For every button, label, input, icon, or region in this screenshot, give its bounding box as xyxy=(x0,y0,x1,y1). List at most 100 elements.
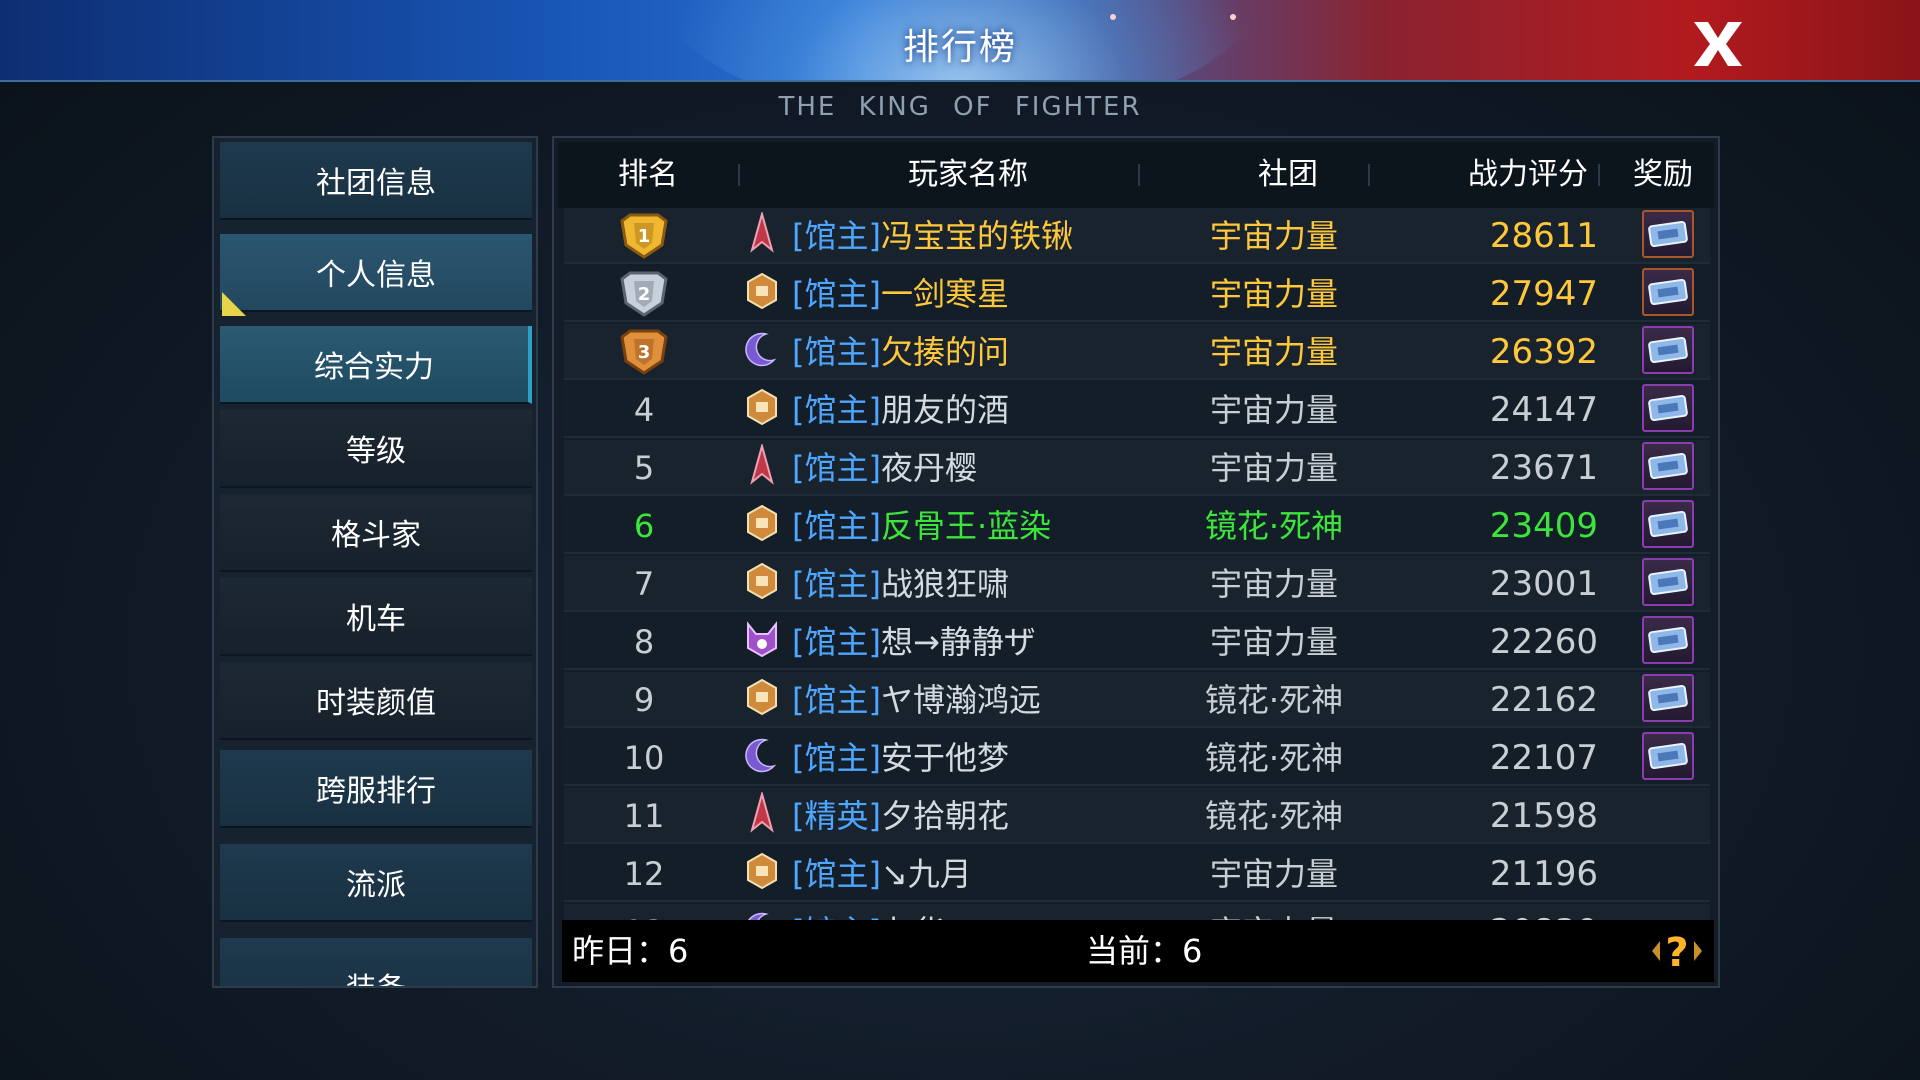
power-score: 21598 xyxy=(1489,796,1599,836)
hex-fist-icon xyxy=(744,846,784,902)
rank-number: 10 xyxy=(623,739,665,777)
player-title: [馆主] xyxy=(792,333,881,371)
sidebar-item-school[interactable]: 流派 xyxy=(220,844,532,922)
crescent-moon-icon xyxy=(744,324,784,380)
player-title: [馆主] xyxy=(792,217,881,255)
player-name-text: 夜丹樱 xyxy=(880,449,977,487)
player-title: [馆主] xyxy=(792,739,881,777)
rank-number: 4 xyxy=(633,391,655,429)
reward-button[interactable] xyxy=(1642,500,1696,552)
sidebar-item-cross-server[interactable]: 跨服排行 xyxy=(220,750,532,828)
crescent-moon-icon xyxy=(744,904,784,920)
sidebar-item-label: 个人信息 xyxy=(316,258,436,293)
rank-medal: 1 xyxy=(564,208,724,267)
club-name: 宇宙力量 xyxy=(1124,904,1424,920)
sidebar-item-level[interactable]: 等级 xyxy=(220,410,532,488)
table-row[interactable]: 9 [馆主]ヤ博瀚鸿远 镜花·死神 22162 xyxy=(564,672,1710,728)
flame-spike-icon xyxy=(744,440,784,496)
reward-button[interactable] xyxy=(1642,442,1696,494)
rank-number: 7 xyxy=(633,565,655,603)
reward-button[interactable] xyxy=(1642,558,1696,610)
table-row[interactable]: 7 [馆主]战狼狂啸 宇宙力量 23001 xyxy=(564,556,1710,612)
sidebar-item-fighter[interactable]: 格斗家 xyxy=(220,494,532,572)
flame-spike-icon xyxy=(744,788,784,844)
player-title: [精英] xyxy=(792,797,881,835)
player-name: [馆主]朋友的酒 xyxy=(792,382,1172,438)
sidebar-item-label: 时装颜值 xyxy=(316,686,436,721)
sidebar-item-motorbike[interactable]: 机车 xyxy=(220,578,532,656)
cat-mask-icon xyxy=(744,614,784,670)
svg-text:3: 3 xyxy=(638,342,651,363)
rank-number: 11 xyxy=(623,797,665,835)
club-name: 宇宙力量 xyxy=(1209,333,1338,371)
hex-fist-icon xyxy=(744,266,784,322)
game-subtitle: THE KING OF FIGHTER xyxy=(778,92,1142,122)
club-name: 宇宙力量 xyxy=(1209,855,1338,893)
table-row[interactable]: 4 [馆主]朋友的酒 宇宙力量 24147 xyxy=(564,382,1710,438)
player-name: [馆主]冯宝宝的铁锹 xyxy=(792,208,1172,264)
power-score: 28611 xyxy=(1489,216,1599,256)
power-score: 20830 xyxy=(1424,904,1664,920)
table-row[interactable]: 6 [馆主]反骨王·蓝染 镜花·死神 23409 xyxy=(564,498,1710,554)
reward-button[interactable] xyxy=(1642,674,1696,726)
sidebar-item-fashion[interactable]: 时装颜值 xyxy=(220,662,532,740)
sidebar-item-equipment[interactable]: 装备 xyxy=(220,938,532,986)
reward-button[interactable] xyxy=(1642,616,1696,668)
rank-number: 6 xyxy=(633,507,655,545)
player-name: [馆主]↘九月 xyxy=(792,846,1172,902)
col-reward-header: 奖励 xyxy=(1633,157,1693,192)
reward-button[interactable] xyxy=(1642,210,1696,262)
svg-text:2: 2 xyxy=(638,284,651,305)
table-row[interactable]: 11 [精英]夕拾朝花 镜花·死神 21598 xyxy=(564,788,1710,844)
table-row[interactable]: 5 [馆主]夜丹樱 宇宙力量 23671 xyxy=(564,440,1710,496)
player-title: [馆主] xyxy=(792,623,881,661)
power-score: 22162 xyxy=(1489,680,1599,720)
help-question-icon: ? xyxy=(1652,930,1702,976)
reward-button[interactable] xyxy=(1642,268,1696,320)
club-name: 宇宙力量 xyxy=(1209,623,1338,661)
player-name-text: 朋友的酒 xyxy=(880,391,1009,429)
reward-button[interactable] xyxy=(1642,732,1696,784)
reward-button[interactable] xyxy=(1642,384,1696,436)
player-name: [馆主]安于他梦 xyxy=(792,730,1172,786)
table-row[interactable]: 13[馆主]九华宇宙力量20830 xyxy=(564,904,1710,920)
club-name: 镜花·死神 xyxy=(1204,507,1344,545)
reward-ticket-icon xyxy=(1642,500,1694,548)
table-row[interactable]: 8 [馆主]想→静静ザ 宇宙力量 22260 xyxy=(564,614,1710,670)
reward-ticket-icon xyxy=(1642,268,1694,316)
current-rank: 当前：6 xyxy=(1086,932,1203,970)
table-row[interactable]: 2 [馆主]一剑寒星 宇宙力量 27947 xyxy=(564,266,1710,322)
sidebar-item-label: 社团信息 xyxy=(316,166,436,201)
table-row[interactable]: 12 [馆主]↘九月 宇宙力量 21196 xyxy=(564,846,1710,902)
club-name: 镜花·死神 xyxy=(1204,797,1344,835)
reward-ticket-icon xyxy=(1642,442,1694,490)
header-divider xyxy=(1368,164,1370,186)
club-name: 宇宙力量 xyxy=(1209,275,1338,313)
power-score: 26392 xyxy=(1489,332,1599,372)
player-name: [精英]夕拾朝花 xyxy=(792,788,1172,844)
rank-medal: 2 xyxy=(564,266,724,325)
power-score: 23409 xyxy=(1489,506,1599,546)
rank-footer: 昨日：6 当前：6 ? xyxy=(562,920,1714,982)
player-name-text: ↘九月 xyxy=(880,855,972,893)
sidebar-item-label: 跨服排行 xyxy=(316,774,436,809)
club-name: 镜花·死神 xyxy=(1204,739,1344,777)
player-name: [馆主]反骨王·蓝染 xyxy=(792,498,1172,554)
table-row[interactable]: 3 [馆主]欠揍的问 宇宙力量 26392 xyxy=(564,324,1710,380)
player-title: [馆主] xyxy=(792,681,881,719)
sidebar-item-personal-info[interactable]: 个人信息 xyxy=(220,234,532,312)
sidebar-item-club-info[interactable]: 社团信息 xyxy=(220,142,532,220)
reward-ticket-icon xyxy=(1642,674,1694,722)
table-row[interactable]: 1 [馆主]冯宝宝的铁锹 宇宙力量 28611 xyxy=(564,208,1710,264)
close-x-icon xyxy=(1694,22,1742,66)
sidebar-item-overall-power[interactable]: 综合实力 xyxy=(220,326,532,404)
player-title: [馆主] xyxy=(792,449,881,487)
player-name-text: 一剑寒星 xyxy=(880,275,1009,313)
club-name: 宇宙力量 xyxy=(1209,565,1338,603)
close-button[interactable] xyxy=(1690,18,1746,70)
help-button[interactable]: ? xyxy=(1642,924,1712,978)
reward-button[interactable] xyxy=(1642,326,1696,378)
power-score: 22260 xyxy=(1489,622,1599,662)
reward-ticket-icon xyxy=(1642,558,1694,606)
table-row[interactable]: 10 [馆主]安于他梦 镜花·死神 22107 xyxy=(564,730,1710,786)
